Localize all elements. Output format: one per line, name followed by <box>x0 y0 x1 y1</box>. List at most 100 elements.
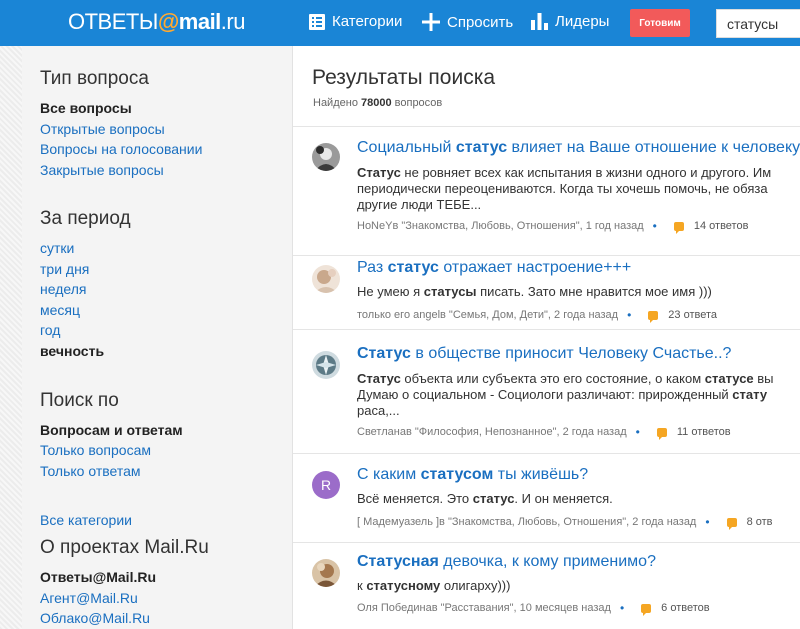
period-week[interactable]: неделя <box>40 281 86 297</box>
answers-count[interactable]: 8 отв <box>747 516 773 528</box>
period-day[interactable]: сутки <box>40 240 74 256</box>
dot-separator: • <box>619 601 625 615</box>
top-header: ОТВЕТЫ@mail.ru Категории Спросить Лидеры… <box>0 0 800 46</box>
decorative-stripe <box>0 46 22 629</box>
answer-bubble-icon <box>726 517 737 530</box>
author-link[interactable]: только его angel <box>357 309 440 321</box>
question-snippet: Не умею я статусы писать. Зато мне нрави… <box>357 284 712 300</box>
title-highlight: статус <box>455 139 508 156</box>
ready-button[interactable]: Готовим <box>630 9 690 37</box>
title-part: Раз <box>357 259 388 276</box>
filter-closed-questions[interactable]: Закрытые вопросы <box>40 162 164 178</box>
divider <box>293 542 800 543</box>
answers-count[interactable]: 11 ответов <box>677 426 731 438</box>
nav-leaders[interactable]: Лидеры <box>531 13 609 30</box>
projects-heading: О проектах Mail.Ru <box>40 537 209 558</box>
project-agent[interactable]: Агент@Mail.Ru <box>40 590 138 606</box>
question-title[interactable]: Статусная девочка, к кому применимо? <box>357 553 656 571</box>
logo-prefix: ОТВЕТЫ <box>68 9 158 34</box>
question-title[interactable]: Социальный статус влияет на Ваше отношен… <box>357 139 800 157</box>
question-meta: только его angel в "Семья, Дом, Дети", 2… <box>357 308 717 323</box>
snippet-part: . И он меняется. <box>514 491 613 506</box>
snippet-part: Думаю о социальном - Социологи различают… <box>357 387 733 402</box>
question-meta: HoNeY в "Знакомства, Любовь, Отношения",… <box>357 219 749 234</box>
question-category: в "Знакомства, Любовь, Отношения", 1 год… <box>392 220 644 232</box>
dot-separator: • <box>652 219 657 233</box>
found-suffix: вопросов <box>391 97 443 109</box>
search-questions-answers[interactable]: Вопросам и ответам <box>40 422 183 438</box>
title-part: отражает настроение+++ <box>438 259 632 276</box>
divider <box>293 329 800 330</box>
page-title: Результаты поиска <box>312 66 496 89</box>
question-category: в "Семья, Дом, Дети", 2 года назад <box>440 309 619 321</box>
search-results-panel: Результаты поиска Найдено 78000 вопросов… <box>292 46 800 629</box>
question-snippet-line: периодически переоцениваются. Когда ты х… <box>357 181 768 196</box>
title-highlight: Статусная <box>357 553 439 570</box>
question-snippet: Всё меняется. Это статус. И он меняется. <box>357 491 613 507</box>
period-month[interactable]: месяц <box>40 302 80 318</box>
title-highlight: Статус <box>357 345 411 362</box>
answers-count[interactable]: 14 ответов <box>694 220 749 232</box>
found-prefix: Найдено <box>313 97 361 109</box>
filter-all-questions[interactable]: Все вопросы <box>40 100 132 116</box>
title-part: С каким <box>357 466 421 483</box>
answers-count[interactable]: 6 ответов <box>661 602 709 614</box>
snippet-part: не ровняет всех как испытания в жизни од… <box>400 165 772 180</box>
author-link[interactable]: Светлана <box>357 426 406 438</box>
search-input[interactable] <box>716 9 800 38</box>
filter-voting-questions[interactable]: Вопросы на голосовании <box>40 141 202 157</box>
question-snippet: Статус не ровняет всех как испытания в ж… <box>357 165 771 181</box>
question-title[interactable]: Раз статус отражает настроение+++ <box>357 259 631 277</box>
snippet-part: объекта или субъекта это его состояние, … <box>400 371 705 386</box>
author-link[interactable]: Оля Победина <box>357 602 432 614</box>
avatar[interactable]: R <box>312 471 340 499</box>
nav-categories[interactable]: Категории <box>309 13 402 30</box>
dot-separator: • <box>627 308 632 322</box>
logo-suffix: .ru <box>220 9 246 34</box>
snippet-highlight: Статус <box>357 165 401 180</box>
question-snippet-line: другие люди ТЕБЕ... <box>357 197 482 212</box>
snippet-part: Не умею я <box>357 284 424 299</box>
title-highlight: статус <box>387 259 439 276</box>
dot-separator: • <box>635 425 640 439</box>
nav-ask[interactable]: Спросить <box>422 13 513 31</box>
question-category: в "Знакомства, Любовь, Отношения", 2 год… <box>439 516 697 528</box>
snippet-highlight: статус <box>472 491 515 506</box>
avatar[interactable] <box>312 143 340 171</box>
author-link[interactable]: HoNeY <box>357 220 392 232</box>
search-questions-only[interactable]: Только вопросам <box>40 442 151 458</box>
period-year[interactable]: год <box>40 322 60 338</box>
divider <box>293 453 800 454</box>
answers-count[interactable]: 23 ответа <box>668 309 717 321</box>
list-icon <box>309 13 325 30</box>
project-cloud[interactable]: Облако@Mail.Ru <box>40 610 150 626</box>
avatar[interactable] <box>312 265 340 293</box>
all-categories-link[interactable]: Все категории <box>40 512 132 528</box>
title-part: в обществе приносит Человеку Счастье..? <box>410 345 732 362</box>
answer-bubble-icon <box>641 603 652 616</box>
question-category: в "Философия, Непознанное", 2 года назад <box>405 426 627 438</box>
question-title[interactable]: Статус в обществе приносит Человеку Счас… <box>357 345 731 363</box>
question-snippet-line: Думаю о социальном - Социологи различают… <box>357 387 767 403</box>
question-title[interactable]: С каким статусом ты живёшь? <box>357 466 588 484</box>
results-count: Найдено 78000 вопросов <box>313 97 442 109</box>
snippet-part: олигарху))) <box>440 578 511 593</box>
author-link[interactable]: [ Мадемуазель ] <box>357 516 439 528</box>
snippet-highlight: статусному <box>366 578 441 593</box>
search-answers-only[interactable]: Только ответам <box>40 463 141 479</box>
found-count: 78000 <box>361 97 392 109</box>
period-three-days[interactable]: три дня <box>40 261 89 277</box>
logo-at: @ <box>157 9 179 34</box>
period-forever[interactable]: вечность <box>40 343 104 359</box>
question-meta: Оля Победина в "Расставания", 10 месяцев… <box>357 601 710 616</box>
avatar[interactable] <box>312 351 340 379</box>
filter-open-questions[interactable]: Открытые вопросы <box>40 121 165 137</box>
question-category: в "Расставания", 10 месяцев назад <box>431 602 611 614</box>
divider <box>293 255 800 256</box>
bar-chart-icon <box>531 13 548 30</box>
project-otvety[interactable]: Ответы@Mail.Ru <box>40 569 156 585</box>
snippet-highlight: Статус <box>357 371 401 386</box>
avatar[interactable] <box>312 559 340 587</box>
title-part: Социальный <box>357 139 456 156</box>
logo[interactable]: ОТВЕТЫ@mail.ru <box>68 9 245 35</box>
